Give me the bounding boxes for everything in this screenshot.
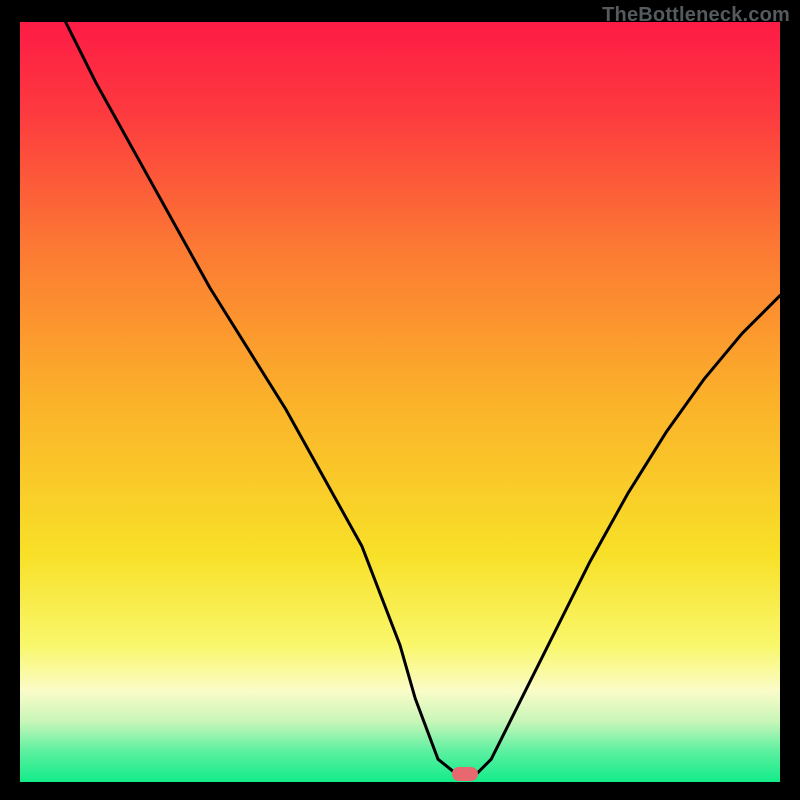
optimal-point-marker [452,767,478,781]
watermark-text: TheBottleneck.com [602,4,790,27]
chart-stage: TheBottleneck.com [0,0,800,800]
bottleneck-curve [20,22,780,782]
plot-area [20,22,780,782]
